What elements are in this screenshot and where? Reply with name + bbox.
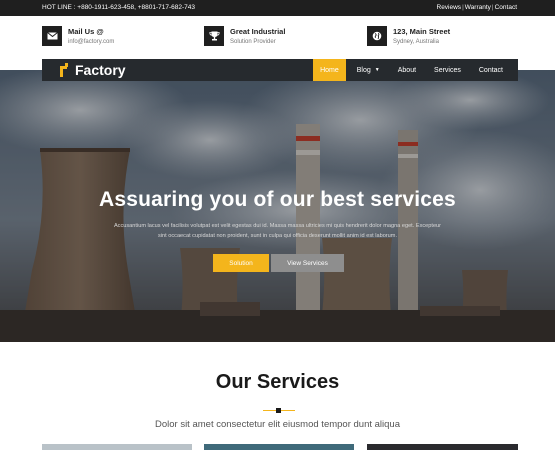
service-card-image[interactable] (204, 444, 354, 450)
nav-item-label: Contact (478, 66, 503, 74)
hero-lead-text: Accusantium lacus vel facilisis volutpat… (113, 223, 442, 239)
main-navbar: Factory Home Blog ▼ About Services Contac… (42, 59, 518, 81)
reviews-link[interactable]: Reviews (437, 4, 462, 11)
services-subtitle: Dolor sit amet consectetur elit eiusmod … (154, 419, 400, 430)
service-card-image[interactable] (367, 444, 518, 450)
nav-item-label: Blog (356, 66, 371, 74)
service-card-image[interactable] (42, 444, 192, 450)
mail-title: Mail Us @ (68, 27, 104, 36)
title-divider (263, 408, 295, 414)
services-title: Our Services (215, 371, 340, 393)
address-title: 123, Main Street (393, 27, 451, 36)
nav-item-home[interactable]: Home (313, 59, 346, 81)
nav-menu: Home Blog ▼ About Services Contact (309, 59, 518, 81)
brand-logo[interactable]: Factory (60, 62, 126, 78)
top-bar: HOT LINE : +880-1911-623-458, +8801-717-… (0, 0, 555, 16)
nav-item-contact[interactable]: Contact (472, 59, 510, 81)
hotline-text: HOT LINE : +880-1911-623-458, +8801-717-… (42, 4, 195, 11)
nav-item-services[interactable]: Services (427, 59, 468, 81)
warranty-link[interactable]: Warranty (465, 4, 491, 11)
info-mail: Mail Us @ info@factory.com (42, 26, 182, 50)
service-cards (0, 444, 555, 450)
top-links: Reviews|Warranty|Contact (436, 4, 518, 11)
mail-address[interactable]: info@factory.com (68, 39, 114, 45)
solution-button[interactable]: Solution (213, 254, 269, 272)
view-services-button[interactable]: View Services (271, 254, 344, 272)
nav-item-label: About (397, 66, 417, 74)
hero-banner: Assuaring you of our best services Accus… (0, 70, 555, 342)
factory-logo-icon (60, 63, 69, 77)
nav-item-label: Services (434, 66, 461, 74)
info-industrial: Great Industrial Solution Provider (204, 26, 344, 50)
industrial-sub: Solution Provider (230, 39, 276, 45)
chevron-down-icon: ▼ (374, 67, 380, 73)
hero-headline: Assuaring you of our best services (99, 188, 456, 211)
nav-item-blog[interactable]: Blog ▼ (350, 59, 387, 81)
brand-name: Factory (75, 62, 126, 78)
info-address: 123, Main Street Sydney, Australia (367, 26, 507, 50)
address-sub: Sydney, Australia (393, 39, 439, 45)
contact-link[interactable]: Contact (495, 4, 517, 11)
globe-icon (367, 26, 387, 46)
nav-item-label: Home (320, 66, 339, 74)
industrial-title: Great Industrial (230, 27, 286, 36)
trophy-icon (204, 26, 224, 46)
envelope-icon (42, 26, 62, 46)
nav-item-about[interactable]: About (391, 59, 423, 81)
